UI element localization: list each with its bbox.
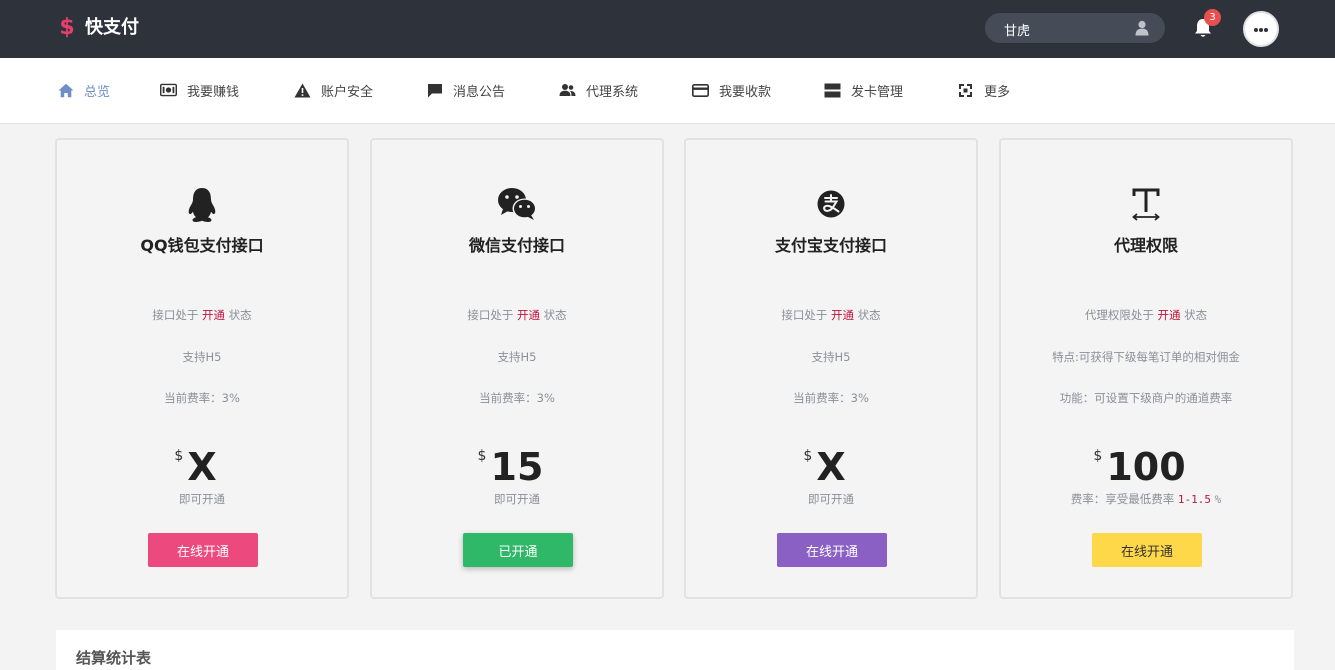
nav-item-overview[interactable]: 总览 — [57, 79, 110, 101]
expand-icon — [957, 82, 974, 99]
price-value: X — [187, 445, 217, 489]
price-value: 100 — [1106, 445, 1186, 489]
dollar-icon: $ — [59, 15, 75, 40]
settlement-stats-panel: 结算统计表 — [56, 630, 1294, 670]
price-note: 即可开通 — [808, 492, 854, 506]
status-badge: 开通 — [1157, 308, 1181, 322]
rate-range: 1-1.5 — [1177, 493, 1211, 506]
brand-logo[interactable]: $ 快支付 — [58, 15, 139, 41]
notification-badge: 3 — [1204, 9, 1221, 26]
main-nav: 总览 我要赚钱 账户安全 消息公告 代理系统 我要收款 发卡管理 更多 — [0, 58, 1335, 124]
user-icon — [1135, 20, 1149, 36]
nav-item-label: 消息公告 — [453, 84, 506, 100]
more-options-button[interactable] — [1243, 11, 1279, 47]
user-name: 甘虎 — [1004, 24, 1031, 39]
nav-item-label: 我要赚钱 — [187, 84, 240, 100]
price-note: 费率：享受最低费率 1-1.5 % — [1070, 492, 1222, 506]
price: $ 15 — [372, 444, 662, 490]
message-icon — [426, 82, 443, 99]
feature-line: 特点:可获得下级每笔订单的相对佣金 — [1052, 350, 1240, 364]
brand-name: 快支付 — [85, 17, 139, 38]
nav-item-receive-payment[interactable]: 我要收款 — [692, 79, 771, 101]
qq-wallet-card: QQ钱包支付接口 接口处于 开通 状态 支持H5 当前费率：3% $ X 即可开… — [55, 138, 349, 599]
money-icon — [160, 82, 177, 99]
price-value: 15 — [490, 445, 544, 489]
wechat-icon — [498, 188, 537, 220]
opened-button[interactable]: 已开通 — [463, 533, 573, 567]
nav-item-label: 我要收款 — [719, 84, 772, 100]
price-note: 即可开通 — [494, 492, 540, 506]
rate-line: 当前费率：3% — [164, 391, 240, 405]
users-icon — [559, 82, 576, 99]
nav-item-earn-money[interactable]: 我要赚钱 — [160, 79, 239, 101]
warning-icon — [294, 82, 311, 99]
home-icon — [57, 82, 74, 99]
nav-item-label: 更多 — [984, 84, 1011, 100]
wechat-pay-card: 微信支付接口 接口处于 开通 状态 支持H5 当前费率：3% $ 15 即可开通… — [370, 138, 664, 599]
ellipsis-icon — [1254, 28, 1258, 32]
nav-item-account-security[interactable]: 账户安全 — [294, 79, 373, 101]
status-badge: 开通 — [831, 308, 854, 322]
open-online-button[interactable]: 在线开通 — [777, 533, 887, 567]
function-line: 功能：可设置下级商户的通道费率 — [1059, 391, 1233, 405]
status-line: 代理权限处于 开通 状态 — [1084, 308, 1208, 322]
rate-line: 当前费率：3% — [479, 391, 555, 405]
status-line: 接口处于 开通 状态 — [467, 308, 567, 322]
nav-item-label: 账户安全 — [321, 84, 374, 100]
price-note: 即可开通 — [179, 492, 225, 506]
nav-item-card-management[interactable]: 发卡管理 — [824, 79, 903, 101]
qq-icon — [188, 188, 216, 222]
open-online-button[interactable]: 在线开通 — [148, 533, 258, 567]
agent-permission-card: 代理权限 代理权限处于 开通 状态 特点:可获得下级每笔订单的相对佣金 功能：可… — [999, 138, 1293, 599]
price-value: X — [816, 445, 846, 489]
nav-item-more[interactable]: 更多 — [957, 79, 1010, 101]
card-title: 代理权限 — [1113, 236, 1178, 255]
alipay-icon — [817, 190, 845, 218]
currency-symbol: $ — [477, 448, 487, 464]
currency-symbol: $ — [803, 448, 813, 464]
rate-line: 当前费率：3% — [793, 391, 869, 405]
card-title: 支付宝支付接口 — [774, 236, 887, 255]
cards-icon — [824, 82, 841, 99]
credit-card-icon — [692, 82, 709, 99]
card-title: QQ钱包支付接口 — [140, 236, 264, 255]
alipay-card: 支付宝支付接口 接口处于 开通 状态 支持H5 当前费率：3% $ X 即可开通… — [684, 138, 978, 599]
currency-symbol: $ — [1093, 448, 1103, 464]
card-title: 微信支付接口 — [468, 236, 565, 255]
feature-line: 支持H5 — [182, 350, 222, 364]
feature-line: 支持H5 — [497, 350, 537, 364]
nav-item-label: 总览 — [84, 84, 111, 100]
top-bar: $ 快支付 甘虎 3 — [0, 0, 1335, 58]
price: $ 100 — [1001, 444, 1291, 490]
user-menu[interactable]: 甘虎 — [985, 13, 1165, 43]
open-online-button[interactable]: 在线开通 — [1092, 533, 1202, 567]
nav-item-announcements[interactable]: 消息公告 — [426, 79, 505, 101]
status-badge: 开通 — [517, 308, 540, 322]
nav-item-label: 发卡管理 — [851, 84, 904, 100]
status-line: 接口处于 开通 状态 — [152, 308, 252, 322]
currency-symbol: $ — [174, 448, 184, 464]
feature-line: 支持H5 — [811, 350, 851, 364]
status-line: 接口处于 开通 状态 — [781, 308, 881, 322]
status-badge: 开通 — [202, 308, 225, 322]
nav-item-label: 代理系统 — [586, 84, 639, 100]
nav-item-agent-system[interactable]: 代理系统 — [559, 79, 638, 101]
price: $ X — [57, 444, 347, 490]
price: $ X — [686, 444, 976, 490]
text-icon — [1132, 188, 1160, 221]
